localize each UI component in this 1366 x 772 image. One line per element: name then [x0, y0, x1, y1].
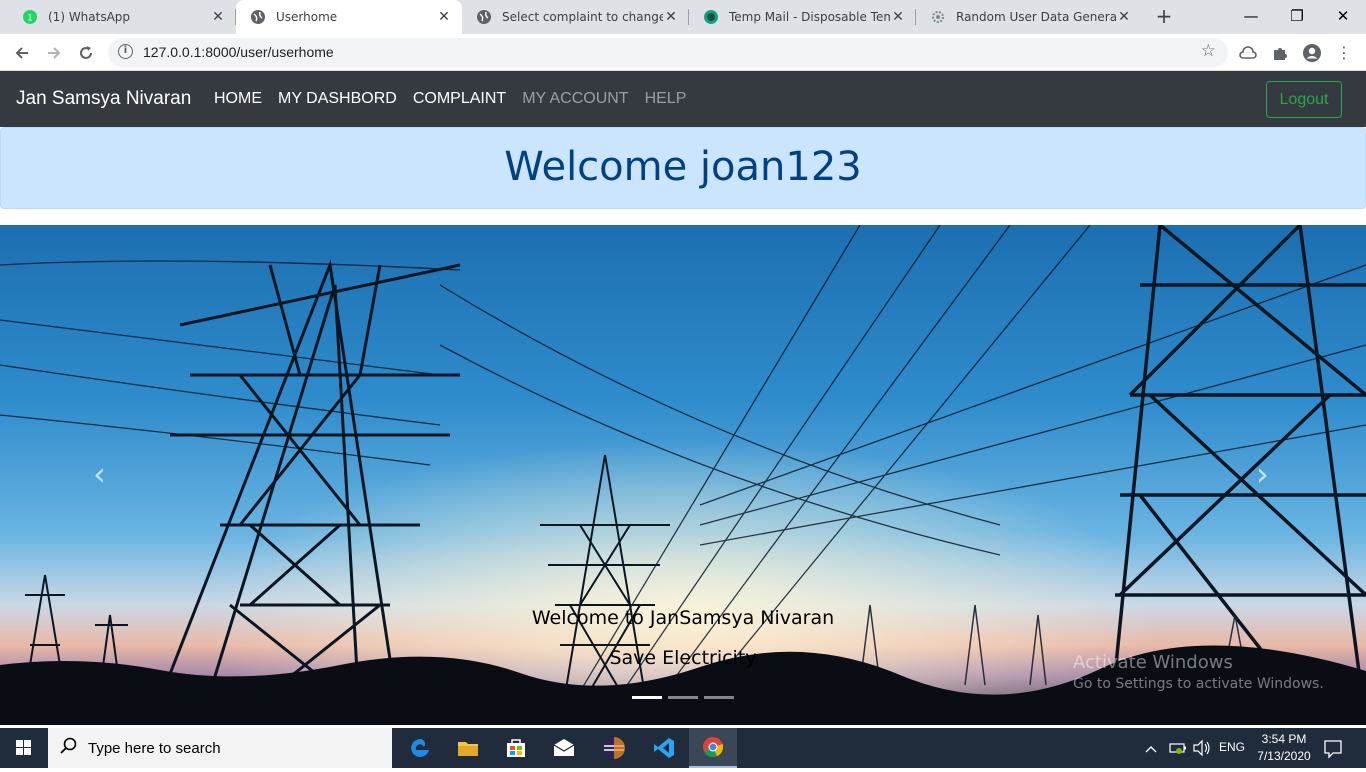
nav-links: HOME MY DASHBORD COMPLAINT MY ACCOUNT HE…: [206, 90, 694, 108]
close-tab-icon[interactable]: ✕: [210, 9, 226, 25]
battery-icon[interactable]: [1168, 728, 1188, 768]
microsoft-store-icon[interactable]: [492, 728, 540, 768]
chrome-icon[interactable]: [689, 728, 737, 768]
search-placeholder: Type here to search: [88, 740, 221, 757]
reload-icon[interactable]: [72, 39, 100, 67]
vscode-icon[interactable]: [640, 728, 688, 768]
forward-arrow-icon[interactable]: [40, 39, 68, 67]
svg-text:1: 1: [27, 14, 33, 24]
mail-icon[interactable]: [540, 728, 588, 768]
tab-title: Userhome: [276, 10, 338, 24]
nav-complaint[interactable]: COMPLAINT: [405, 90, 514, 108]
globe-icon: [476, 9, 492, 25]
tray-overflow-chevron-icon[interactable]: [1144, 728, 1162, 768]
close-window-button[interactable]: ✕: [1320, 0, 1366, 34]
brand-logo[interactable]: Jan Samsya Nivaran: [16, 88, 191, 110]
url-text: 127.0.0.1:8000/user/userhome: [143, 44, 334, 60]
tab-whatsapp[interactable]: 1 (1) WhatsApp ✕: [8, 0, 236, 34]
nav-home[interactable]: HOME: [206, 90, 270, 108]
nav-my-dashboard[interactable]: MY DASHBORD: [270, 90, 405, 108]
tab-select-complaint[interactable]: Select complaint to change | JA ✕: [462, 0, 689, 34]
activate-windows-title: Activate Windows: [1073, 652, 1233, 673]
nav-help[interactable]: HELP: [637, 90, 695, 108]
welcome-banner: Welcome joan123: [0, 127, 1366, 209]
globe-icon: [250, 9, 266, 25]
extension-cloud-icon[interactable]: [1237, 42, 1259, 64]
browser-toolbar: i 127.0.0.1:8000/user/userhome ☆ ⋮: [0, 34, 1366, 71]
site-info-icon[interactable]: i: [118, 44, 133, 59]
whatsapp-icon: 1: [22, 9, 38, 25]
tab-title: Select complaint to change | JA: [502, 10, 663, 24]
minimize-button[interactable]: —: [1228, 0, 1274, 34]
hero-carousel: ‹ › Welcome to JanSamsya Nivaran Save El…: [0, 225, 1366, 725]
restore-button[interactable]: ❐: [1274, 0, 1320, 34]
site-navbar: Jan Samsya Nivaran HOME MY DASHBORD COMP…: [0, 71, 1366, 127]
address-bar[interactable]: i 127.0.0.1:8000/user/userhome ☆: [108, 38, 1228, 67]
bookmark-star-icon[interactable]: ☆: [1201, 41, 1216, 61]
close-tab-icon[interactable]: ✕: [890, 9, 906, 25]
windows-taskbar: Type here to search ENG 3:54 PM 7/13/202…: [0, 728, 1366, 768]
carousel-indicator[interactable]: [704, 696, 734, 699]
close-tab-icon[interactable]: ✕: [663, 9, 679, 25]
speaker-icon[interactable]: [1192, 728, 1212, 768]
tab-title: (1) WhatsApp: [48, 10, 131, 24]
tab-userhome[interactable]: Userhome ✕: [236, 0, 462, 34]
windows-start-icon[interactable]: [0, 728, 48, 768]
close-tab-icon[interactable]: ✕: [1116, 9, 1132, 25]
gear-icon: [930, 9, 946, 25]
clock[interactable]: 3:54 PM 7/13/2020: [1253, 728, 1315, 768]
eclipse-icon[interactable]: [590, 728, 638, 768]
carousel-indicator[interactable]: [632, 696, 662, 699]
carousel-indicator[interactable]: [668, 696, 698, 699]
profile-avatar-icon[interactable]: [1301, 42, 1323, 64]
nav-my-account[interactable]: MY ACCOUNT: [514, 90, 636, 108]
carousel-prev-icon[interactable]: ‹: [93, 455, 106, 493]
tab-temp-mail[interactable]: Temp Mail - Disposable Tempo ✕: [689, 0, 916, 34]
clock-date: 7/13/2020: [1257, 749, 1311, 763]
close-tab-icon[interactable]: ✕: [436, 9, 452, 25]
tab-title: Random User Data Generator: [956, 10, 1116, 24]
browser-tab-strip: 1 (1) WhatsApp ✕ Userhome ✕ Select compl…: [0, 0, 1366, 34]
carousel-next-icon[interactable]: ›: [1256, 455, 1269, 493]
back-arrow-icon[interactable]: [8, 39, 36, 67]
clock-time: 3:54 PM: [1261, 732, 1307, 746]
file-explorer-icon[interactable]: [444, 728, 492, 768]
carousel-indicators: [632, 696, 740, 699]
search-icon: [60, 737, 78, 760]
temp-mail-icon: [703, 9, 719, 25]
welcome-heading: Welcome joan123: [504, 144, 862, 190]
taskbar-search-box[interactable]: Type here to search: [48, 728, 392, 768]
tab-random-user[interactable]: Random User Data Generator ✕: [916, 0, 1142, 34]
new-tab-button[interactable]: +: [1152, 5, 1176, 29]
logout-button[interactable]: Logout: [1266, 81, 1342, 118]
menu-kebab-icon[interactable]: ⋮: [1333, 42, 1355, 64]
tab-title: Temp Mail - Disposable Tempo: [729, 10, 890, 24]
notifications-icon[interactable]: [1322, 728, 1344, 768]
carousel-caption-title: Welcome to JanSamsya Nivaran: [531, 607, 835, 629]
activate-windows-subtitle: Go to Settings to activate Windows.: [1073, 676, 1324, 692]
edge-icon[interactable]: [396, 728, 444, 768]
language-indicator[interactable]: ENG: [1219, 740, 1245, 756]
extensions-puzzle-icon[interactable]: [1269, 42, 1291, 64]
